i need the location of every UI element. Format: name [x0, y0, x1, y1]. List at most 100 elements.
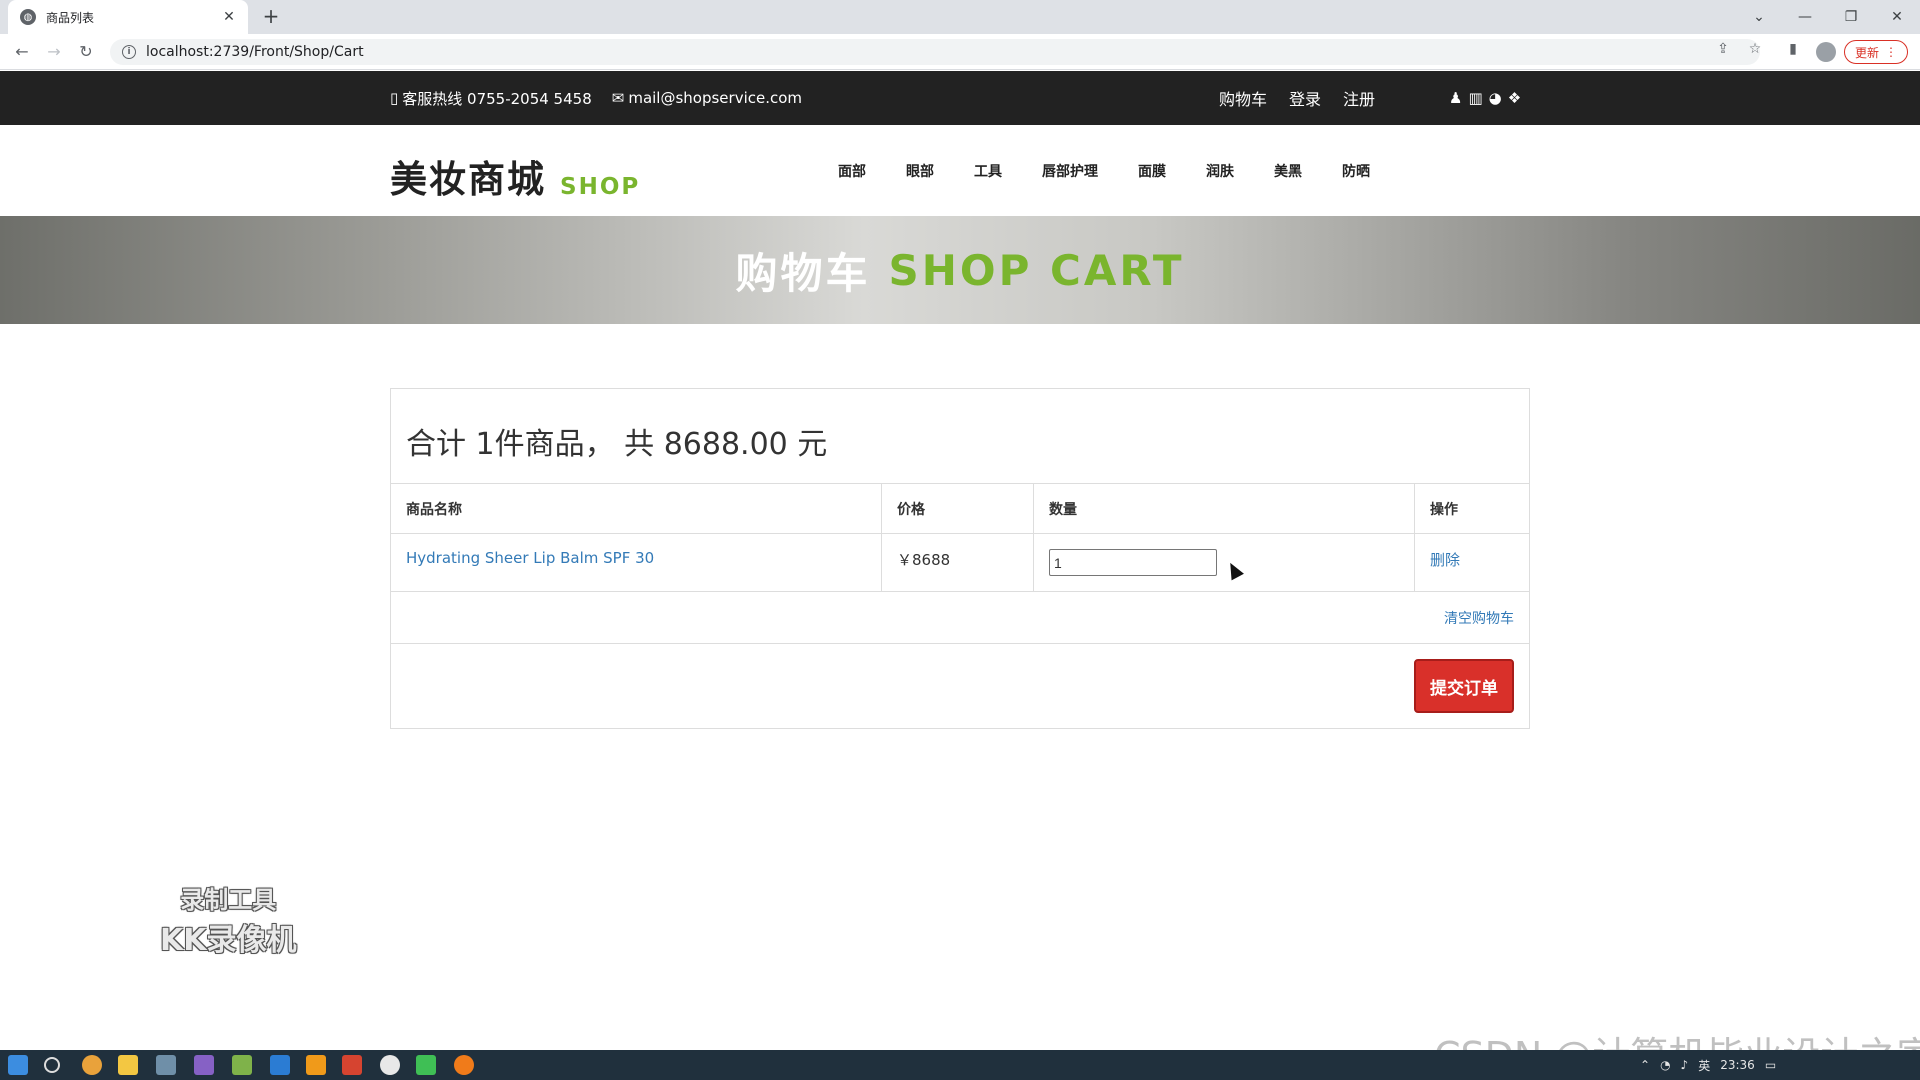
divider: [881, 483, 882, 591]
nav-item-tanning[interactable]: 美黑: [1274, 161, 1302, 181]
minimize-icon[interactable]: —: [1790, 6, 1820, 28]
hotline: ▯ 客服热线 0755-2054 5458: [390, 88, 592, 109]
recorder-watermark: 录制工具 KK录像机: [160, 880, 297, 959]
side-panel-icon[interactable]: ▮: [1782, 41, 1804, 57]
logo-cn: 美妆商城: [390, 158, 546, 201]
globe-icon: ◍: [20, 9, 36, 25]
forward-icon[interactable]: →: [42, 41, 66, 63]
column-header-action: 操作: [1430, 502, 1458, 518]
email-text: mail@shopservice.com: [628, 89, 803, 107]
nav-item-moisturize[interactable]: 润肤: [1206, 161, 1234, 181]
product-name-link[interactable]: Hydrating Sheer Lip Balm SPF 30: [406, 549, 654, 567]
tray-chevron-icon[interactable]: ⌃: [1640, 1058, 1650, 1072]
nav-item-lip-care[interactable]: 唇部护理: [1042, 161, 1098, 181]
reload-icon[interactable]: ↻: [74, 41, 98, 63]
windows-taskbar: ⌃ ◔ ♪ 英 23:36 ▭: [0, 1050, 1920, 1080]
visual-studio-icon[interactable]: [194, 1055, 214, 1075]
column-header-quantity: 数量: [1049, 502, 1077, 518]
close-window-icon[interactable]: ✕: [1882, 6, 1912, 28]
nav-item-tools[interactable]: 工具: [974, 161, 1002, 181]
column-header-name: 商品名称: [406, 502, 462, 518]
network-icon[interactable]: ◔: [1660, 1058, 1670, 1072]
new-tab-icon[interactable]: +: [260, 6, 282, 28]
submit-order-button[interactable]: 提交订单: [1414, 659, 1514, 713]
quantity-input[interactable]: [1049, 549, 1217, 576]
recorder-watermark-line2: KK录像机: [160, 923, 297, 958]
qq-icon[interactable]: ♟: [1449, 89, 1462, 107]
profile-avatar-icon[interactable]: [1816, 42, 1836, 62]
barcode-icon[interactable]: ▥: [1468, 89, 1482, 107]
cart-link[interactable]: 购物车: [1219, 86, 1267, 110]
email: ✉ mail@shopservice.com: [612, 89, 802, 107]
divider: [1033, 483, 1034, 591]
nav-item-sunscreen[interactable]: 防晒: [1342, 161, 1370, 181]
main-nav: 面部 眼部 工具 唇部护理 面膜 润肤 美黑 防晒: [838, 125, 1410, 216]
contact-info: ▯ 客服热线 0755-2054 5458 ✉ mail@shopservice…: [390, 71, 802, 125]
back-icon[interactable]: ←: [10, 41, 34, 63]
register-link[interactable]: 注册: [1343, 86, 1375, 110]
divider: [391, 591, 1529, 592]
bookmark-star-icon[interactable]: ☆: [1744, 41, 1766, 57]
clear-cart-link[interactable]: 清空购物车: [1444, 608, 1514, 628]
restore-icon[interactable]: ❐: [1836, 6, 1866, 28]
system-tray: ⌃ ◔ ♪ 英 23:36 ▭: [1640, 1050, 1776, 1080]
delete-link[interactable]: 删除: [1430, 549, 1460, 570]
address-bar: ← → ↻ i localhost:2739/Front/Shop/Cart ⇪…: [0, 34, 1920, 70]
site-logo[interactable]: 美妆商城 SHOP: [390, 149, 640, 203]
more-menu-icon: ⋮: [1885, 45, 1897, 59]
info-icon[interactable]: i: [122, 45, 136, 59]
recorder-watermark-line1: 录制工具: [180, 886, 277, 914]
start-icon[interactable]: [8, 1055, 28, 1075]
tab-title: 商品列表: [46, 10, 95, 25]
wps-icon[interactable]: [342, 1055, 362, 1075]
volume-icon[interactable]: ♪: [1681, 1058, 1689, 1072]
wechat-icon[interactable]: ❖: [1508, 89, 1521, 107]
search-tool-icon[interactable]: [306, 1055, 326, 1075]
cart-panel: 合计 1件商品， 共 8688.00 元 商品名称 价格 数量 操作 Hydra…: [390, 388, 1530, 729]
account-links: 购物车 登录 注册: [1219, 71, 1375, 125]
page-banner: 购物车 SHOP CART: [0, 216, 1920, 324]
recorder-icon[interactable]: [454, 1055, 474, 1075]
phone-icon: ▯: [390, 89, 399, 107]
divider: [1414, 483, 1415, 591]
nav-item-masks[interactable]: 面膜: [1138, 161, 1166, 181]
url-text: localhost:2739/Front/Shop/Cart: [146, 44, 364, 60]
divider: [391, 533, 1529, 534]
product-price: ￥8688: [897, 551, 951, 569]
envelope-icon: ✉: [611, 89, 625, 107]
close-tab-icon[interactable]: ✕: [220, 9, 238, 25]
login-link[interactable]: 登录: [1289, 86, 1321, 110]
banner-title-cn: 购物车: [735, 248, 871, 298]
nav-item-eyes[interactable]: 眼部: [906, 161, 934, 181]
notification-icon[interactable]: ▭: [1765, 1058, 1776, 1072]
file-explorer-icon[interactable]: [118, 1055, 138, 1075]
app-icon[interactable]: [270, 1055, 290, 1075]
tab-search-icon[interactable]: ⌄: [1744, 6, 1774, 28]
cart-summary: 合计 1件商品， 共 8688.00 元: [406, 427, 828, 462]
logo-en: SHOP: [560, 174, 641, 200]
nav-item-face[interactable]: 面部: [838, 161, 866, 181]
chrome-icon[interactable]: [82, 1055, 102, 1075]
social-links: ♟ ▥ ◕ ❖: [1449, 71, 1521, 125]
notepad-icon[interactable]: [232, 1055, 252, 1075]
qq-icon[interactable]: [380, 1055, 400, 1075]
wechat-icon[interactable]: [416, 1055, 436, 1075]
app-icon[interactable]: [156, 1055, 176, 1075]
column-header-price: 价格: [897, 502, 925, 518]
site-topbar: ▯ 客服热线 0755-2054 5458 ✉ mail@shopservice…: [0, 71, 1920, 125]
share-icon[interactable]: ⇪: [1712, 41, 1734, 57]
banner-title-en: SHOP CART: [888, 245, 1185, 295]
clock[interactable]: 23:36: [1720, 1058, 1755, 1072]
site-header: 美妆商城 SHOP 面部 眼部 工具 唇部护理 面膜 润肤 美黑 防晒: [0, 125, 1920, 216]
browser-tab[interactable]: ◍ 商品列表 ✕: [8, 0, 248, 34]
url-field[interactable]: i localhost:2739/Front/Shop/Cart: [110, 39, 1760, 65]
update-button[interactable]: 更新 ⋮: [1844, 40, 1908, 64]
divider: [391, 643, 1529, 644]
update-label: 更新: [1854, 45, 1879, 60]
weibo-icon[interactable]: ◕: [1489, 89, 1502, 107]
input-language[interactable]: 英: [1698, 1057, 1710, 1074]
browser-tab-strip: ◍ 商品列表 ✕ + ⌄ — ❐ ✕: [0, 0, 1920, 34]
search-icon[interactable]: [44, 1057, 60, 1073]
divider: [391, 483, 1529, 484]
hotline-text: 客服热线 0755-2054 5458: [402, 89, 592, 108]
